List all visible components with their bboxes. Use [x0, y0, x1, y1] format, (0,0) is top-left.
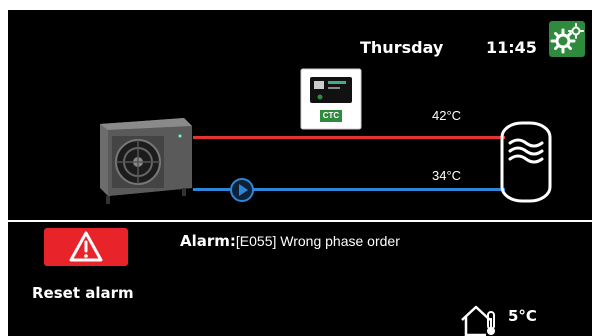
display-screen: Thursday 11:45 CTC 42°C 34°C Reset alarm… — [8, 10, 592, 336]
water-tank[interactable] — [500, 121, 552, 203]
controller-display[interactable]: CTC — [300, 68, 362, 130]
return-temp-label: 34°C — [432, 168, 462, 183]
controller-brand-label: CTC — [322, 111, 340, 120]
day-label: Thursday — [360, 38, 444, 57]
alarm-message: Alarm:[E055] Wrong phase order — [180, 232, 400, 250]
warning-triangle-icon — [69, 231, 103, 262]
section-divider — [8, 220, 592, 222]
circulation-pump-icon — [230, 178, 254, 202]
alarm-warning-button[interactable] — [44, 228, 128, 266]
reset-alarm-button[interactable]: Reset alarm — [32, 284, 134, 302]
heat-pump-unit[interactable] — [98, 116, 196, 206]
alarm-title: Alarm: — [180, 232, 236, 250]
gears-icon — [550, 23, 584, 54]
circulation-pump[interactable] — [230, 178, 254, 202]
outdoor-temp-label: 5°C — [508, 307, 537, 325]
alarm-text: [E055] Wrong phase order — [235, 233, 400, 249]
house-thermometer-icon — [461, 305, 495, 336]
settings-button[interactable] — [549, 21, 585, 57]
supply-temp-label: 42°C — [432, 108, 462, 123]
outdoor-sensor — [458, 304, 500, 336]
time-label: 11:45 — [486, 38, 537, 57]
supply-pipe — [193, 136, 505, 139]
